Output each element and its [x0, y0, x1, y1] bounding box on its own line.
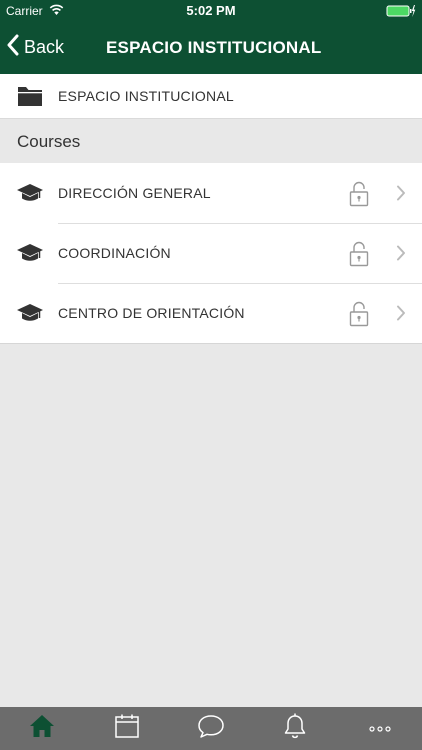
courses-section-header: Courses: [0, 119, 422, 163]
battery-icon: [386, 5, 416, 20]
tab-calendar[interactable]: [97, 707, 157, 750]
course-label: COORDINACIÓN: [58, 245, 171, 261]
tab-bar: [0, 707, 422, 750]
home-icon: [29, 714, 55, 743]
chevron-right-icon: [396, 245, 406, 266]
section-title: Courses: [17, 132, 81, 151]
lock-icon: [349, 241, 369, 272]
calendar-icon: [114, 714, 140, 743]
breadcrumb: ESPACIO INSTITUCIONAL: [0, 74, 422, 119]
course-row[interactable]: COORDINACIÓN: [0, 223, 422, 283]
tab-notifications[interactable]: [265, 707, 325, 750]
lock-icon: [349, 301, 369, 332]
tab-messages[interactable]: [181, 707, 241, 750]
course-row[interactable]: CENTRO DE ORIENTACIÓN: [0, 283, 422, 343]
course-row[interactable]: DIRECCIÓN GENERAL: [0, 163, 422, 223]
graduation-cap-icon: [16, 303, 44, 323]
course-label: CENTRO DE ORIENTACIÓN: [58, 305, 245, 321]
chevron-right-icon: [396, 305, 406, 326]
page-title: ESPACIO INSTITUCIONAL: [106, 38, 322, 57]
course-label: DIRECCIÓN GENERAL: [58, 185, 211, 201]
back-label: Back: [24, 36, 65, 57]
back-button[interactable]: Back: [6, 33, 64, 61]
app-header: Carrier 5:02 PM Back ESPACIO INSTITUCION…: [0, 0, 422, 74]
graduation-cap-icon: [16, 183, 44, 203]
graduation-cap-icon: [16, 243, 44, 263]
status-time: 5:02 PM: [186, 3, 236, 18]
breadcrumb-label: ESPACIO INSTITUCIONAL: [58, 88, 234, 104]
chat-icon: [197, 714, 225, 743]
chevron-right-icon: [396, 185, 406, 206]
tab-more[interactable]: [350, 707, 410, 750]
chevron-left-icon: [6, 34, 20, 61]
course-list: DIRECCIÓN GENERAL COORDINACIÓN CENTRO DE…: [0, 163, 422, 344]
status-bar: Carrier 5:02 PM: [0, 0, 422, 22]
more-icon: [368, 720, 392, 738]
folder-icon: [16, 85, 44, 107]
tab-home[interactable]: [12, 707, 72, 750]
bell-icon: [283, 713, 307, 744]
lock-icon: [349, 181, 369, 212]
